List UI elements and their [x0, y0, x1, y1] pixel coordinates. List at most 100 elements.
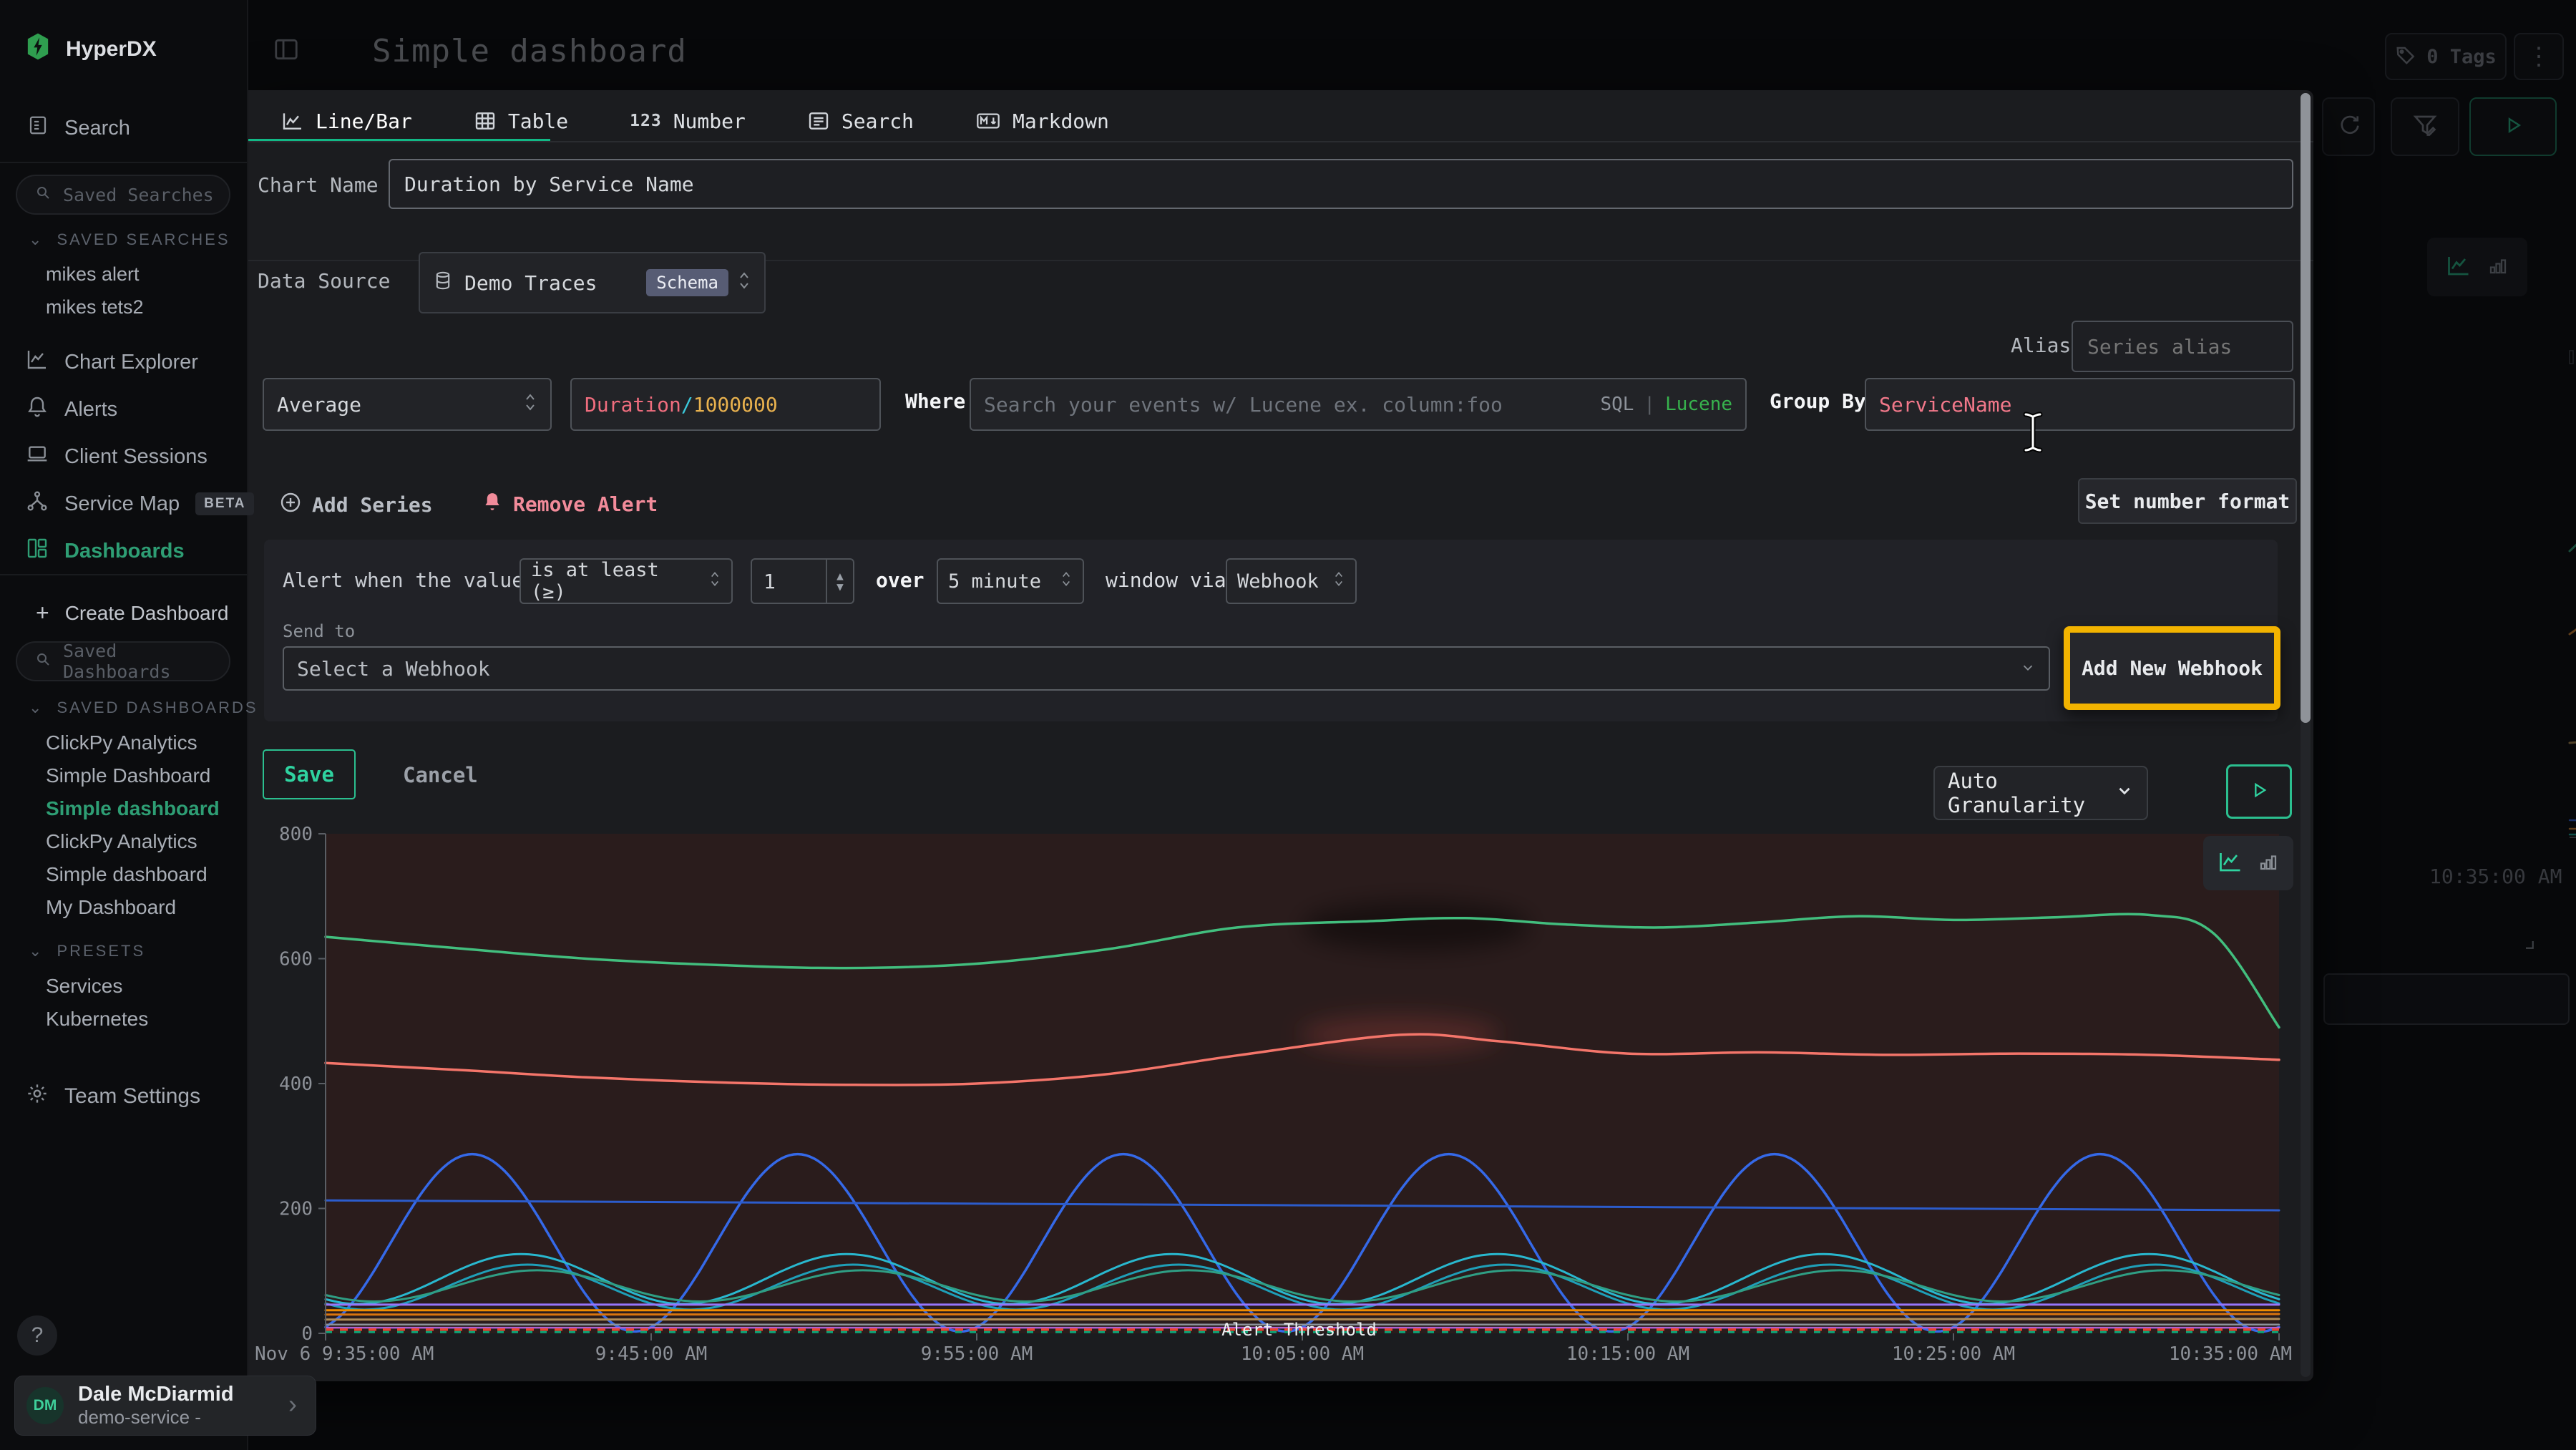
where-input[interactable]: Search your events w/ Lucene ex. column:… — [970, 378, 1747, 431]
brand-name: HyperDX — [66, 37, 157, 62]
refresh-button[interactable] — [2322, 97, 2375, 156]
modal-scrollbar[interactable] — [2301, 93, 2311, 1377]
dashboard-item[interactable]: Simple dashboard — [46, 863, 208, 886]
expression-field[interactable]: Duration/1000000 — [570, 378, 881, 431]
cancel-button[interactable]: Cancel — [403, 763, 478, 787]
saved-dashboards-input[interactable]: Saved Dashboards — [16, 641, 230, 681]
chevron-right-icon: › — [288, 1389, 297, 1419]
where-label: Where — [905, 389, 965, 413]
collapse-panel-icon[interactable] — [273, 36, 300, 66]
help-button[interactable]: ? — [17, 1315, 57, 1356]
alias-input[interactable] — [2072, 321, 2293, 372]
tab-number[interactable]: 123 Number — [630, 110, 746, 133]
over-label: over — [876, 568, 924, 592]
divider — [0, 574, 247, 575]
run-chart-button[interactable] — [2226, 764, 2292, 819]
tag-icon — [2395, 44, 2416, 69]
database-icon — [433, 270, 453, 296]
sql-mode-toggle[interactable]: SQL — [1600, 394, 1634, 415]
sidebar-item-service-map[interactable]: Service Map BETA — [26, 490, 254, 518]
remove-alert-button[interactable]: Remove Alert — [482, 491, 658, 517]
chart-type-toggle[interactable] — [2203, 836, 2293, 890]
dashboard-item-active[interactable]: Simple dashboard — [46, 797, 220, 820]
tab-line-bar[interactable]: Line/Bar — [281, 110, 412, 133]
group-by-label: Group By — [1770, 389, 1866, 413]
dashboard-item[interactable]: ClickPy Analytics — [46, 830, 197, 853]
updown-chevron-icon — [1060, 570, 1073, 593]
set-number-format-button[interactable]: Set number format — [2078, 478, 2297, 524]
mouse-cursor-ibeam — [2021, 411, 2045, 457]
number-123-icon: 123 — [630, 112, 662, 130]
saved-search-item[interactable]: mikes tets2 — [46, 296, 144, 318]
run-query-button[interactable] — [2469, 97, 2557, 156]
sidebar-item-alerts[interactable]: Alerts — [26, 395, 117, 424]
dashboard-item[interactable]: Simple Dashboard — [46, 764, 210, 787]
filter-button[interactable] — [2391, 97, 2459, 156]
chart-name-input[interactable] — [389, 159, 2293, 209]
svg-text:200: 200 — [279, 1199, 313, 1220]
brand[interactable]: HyperDX — [26, 33, 157, 66]
channel-select[interactable]: Webhook — [1226, 558, 1357, 604]
aggregation-select[interactable]: Average — [263, 378, 552, 431]
aggregation-value: Average — [277, 393, 361, 417]
add-series-button[interactable]: Add Series — [279, 491, 433, 519]
preset-item[interactable]: Kubernetes — [46, 1008, 148, 1031]
kebab-menu-button[interactable]: ⋮ — [2514, 33, 2564, 80]
dashboard-item[interactable]: ClickPy Analytics — [46, 731, 197, 754]
hierarchy-icon — [26, 490, 49, 518]
sidebar-item-search[interactable]: Search — [27, 115, 130, 142]
add-new-webhook-button[interactable]: Add New Webhook — [2070, 633, 2274, 704]
alert-threshold-input[interactable]: 1 ▲▼ — [751, 558, 854, 604]
comparator-select[interactable]: is at least (≥) — [519, 558, 733, 604]
schema-badge: Schema — [646, 269, 728, 296]
bell-icon — [26, 395, 49, 424]
dashboard-item[interactable]: My Dashboard — [46, 896, 176, 919]
svg-text:9:55:00 AM: 9:55:00 AM — [921, 1343, 1033, 1365]
number-stepper[interactable]: ▲▼ — [826, 560, 853, 603]
sidebar-item-dashboards[interactable]: Dashboards — [26, 537, 185, 565]
saved-searches-input[interactable]: Saved Searches — [16, 175, 230, 215]
group-by-input[interactable]: ServiceName — [1865, 378, 2295, 431]
saved-searches-header[interactable]: ⌄ SAVED SEARCHES — [29, 230, 230, 249]
resize-handle-icon[interactable] — [2517, 932, 2535, 953]
laptop-icon — [26, 442, 49, 471]
search-icon — [34, 651, 52, 672]
chevron-down-icon: ⌄ — [29, 230, 44, 249]
data-source-select[interactable]: Demo Traces Schema — [419, 252, 766, 313]
plus-icon: + — [36, 600, 49, 626]
tags-button[interactable]: 0 Tags — [2385, 33, 2507, 80]
preset-item[interactable]: Services — [46, 975, 122, 998]
saved-searches-placeholder: Saved Searches — [63, 185, 214, 205]
chevron-down-icon: ▼ — [836, 581, 844, 592]
presets-header[interactable]: ⌄ PRESETS — [29, 942, 145, 960]
tags-label: 0 Tags — [2426, 46, 2497, 68]
window-via-label: window via — [1106, 568, 1226, 592]
create-dashboard-button[interactable]: + Create Dashboard — [36, 600, 229, 626]
webhook-select[interactable]: Select a Webhook — [283, 646, 2050, 691]
user-name: Dale McDiarmid — [78, 1383, 234, 1406]
lucene-mode-toggle[interactable]: Lucene — [1665, 394, 1732, 415]
window-select[interactable]: 5 minute — [937, 558, 1084, 604]
background-chart-time-label: 10:35:00 AM — [2429, 865, 2562, 888]
tutorial-highlight-box: Add New Webhook — [2064, 626, 2280, 710]
background-chart — [2318, 236, 2576, 902]
kebab-icon: ⋮ — [2527, 42, 2551, 71]
saved-dashboards-placeholder: Saved Dashboards — [63, 641, 229, 682]
svg-text:10:25:00 AM: 10:25:00 AM — [1892, 1343, 2015, 1365]
sidebar-item-chart-explorer[interactable]: Chart Explorer — [26, 348, 198, 376]
user-card[interactable]: DM Dale McDiarmid demo-service - › — [14, 1376, 316, 1436]
granularity-select[interactable]: Auto Granularity — [1933, 766, 2148, 820]
save-button[interactable]: Save — [263, 749, 356, 799]
saved-search-item[interactable]: mikes alert — [46, 263, 140, 286]
tab-table[interactable]: Table — [474, 110, 568, 133]
line-chart-icon — [281, 110, 304, 132]
scrollbar-thumb[interactable] — [2301, 93, 2311, 723]
page-title: Simple dashboard — [372, 33, 687, 69]
sidebar-item-client-sessions[interactable]: Client Sessions — [26, 442, 208, 471]
play-icon — [2249, 780, 2269, 803]
tab-markdown[interactable]: Markdown — [975, 110, 1109, 133]
saved-dashboards-header[interactable]: ⌄ SAVED DASHBOARDS — [29, 699, 258, 717]
sidebar-item-team-settings[interactable]: Team Settings — [26, 1082, 200, 1111]
tab-search[interactable]: Search — [807, 110, 914, 133]
table-icon — [474, 110, 497, 132]
